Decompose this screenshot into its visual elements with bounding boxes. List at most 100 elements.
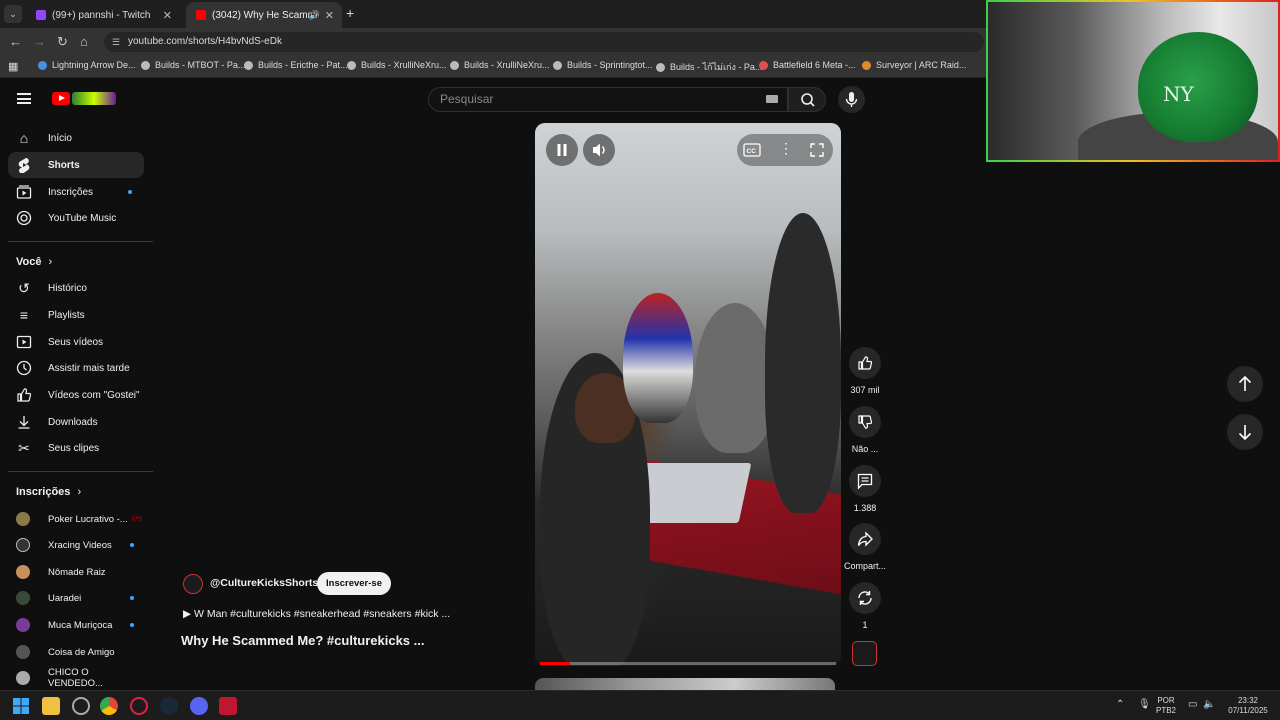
subscribe-button[interactable]: Inscrever-se [317,572,391,595]
next-short-button[interactable] [1227,414,1263,450]
bookmark-item[interactable]: Surveyor | ARC Raid... [862,60,966,70]
forward-icon[interactable]: → [33,34,46,49]
sidebar-item-music[interactable]: YouTube Music [8,205,144,231]
sidebar-item-liked[interactable]: Vídeos com "Gostei" [8,382,144,408]
bookmark-item[interactable]: Lightning Arrow De... [38,60,136,70]
subscription-item[interactable]: CHICO O VENDEDO... [16,667,146,689]
sidebar-item-your-videos[interactable]: Seus vídeos [8,329,144,355]
tab-title: (3042) Why He Scammed M [212,9,317,21]
bookmark-icon [759,60,768,70]
close-icon[interactable]: ✕ [325,9,334,22]
share-button[interactable]: Compart... [842,523,888,571]
sidebar-item-home[interactable]: ⌂ Início [8,125,144,151]
chrome-icon[interactable] [100,697,118,715]
network-icon[interactable]: ▭ [1188,700,1197,710]
subscription-item[interactable]: Nômade Raiz [16,561,146,583]
discord-icon[interactable] [190,697,208,715]
subscription-item[interactable]: Coisa de Amigo [16,641,146,663]
bookmark-item[interactable]: Builds - MTBOT - Pa... [141,60,245,70]
tab-youtube[interactable]: (3042) Why He Scammed M 🔊 ✕ [186,2,342,28]
home-icon[interactable]: ⌂ [80,34,88,49]
menu-icon[interactable] [17,93,31,104]
bookmark-item[interactable]: Builds - Ericthe - Pat... [244,60,348,70]
tab-twitch[interactable]: (99+) pannshi - Twitch ✕ [26,2,180,28]
channel-avatar[interactable] [183,574,203,594]
bookmark-item[interactable]: Builds - ไก้ไม่เก่ง - Pa... [656,60,762,74]
steam-icon[interactable] [160,697,178,715]
url-field[interactable]: ☰ youtube.com/shorts/H4bvNdS-eDk [104,32,984,52]
section-title: Inscrições [16,486,71,498]
volume-button[interactable] [583,134,615,166]
new-content-dot [130,623,134,627]
more-options-icon[interactable]: ⋮ [779,140,793,157]
sidebar-item-label: Seus vídeos [48,336,104,348]
windows-start-icon[interactable] [12,697,30,715]
bookmark-item[interactable]: Battlefield 6 Meta -... [759,60,856,70]
sidebar-item-watch-later[interactable]: Assistir mais tarde [8,355,144,381]
comment-icon [849,465,881,497]
subscription-item[interactable]: Uaradei [16,587,146,609]
sidebar-item-shorts[interactable]: Shorts [8,152,144,178]
short-description[interactable]: ▶ W Man #culturekicks #sneakerhead #snea… [183,608,450,620]
bookmark-item[interactable]: Builds - XrulliNeXru... [450,60,550,70]
reload-icon[interactable]: ↻ [57,34,68,50]
you-section-heading[interactable]: Você › [16,256,52,268]
back-icon[interactable]: ← [9,34,22,49]
captions-icon[interactable]: CC [743,142,761,158]
subscription-item[interactable]: Poker Lucrativo -... ((•)) [16,508,146,530]
doodle-logo[interactable] [72,92,116,105]
site-info-icon[interactable]: ☰ [112,32,120,52]
new-tab-button[interactable]: + [346,5,354,21]
speaker-icon[interactable]: 🔊 [309,10,320,21]
bookmark-item[interactable]: Builds - Sprintingtot... [553,60,653,70]
liked-icon [16,387,32,403]
bookmark-label: Surveyor | ARC Raid... [876,60,967,70]
bookmark-item[interactable]: Builds - XrulliNeXru... [347,60,447,70]
sidebar-item-clips[interactable]: ✂ Seus clipes [8,435,144,461]
chevron-right-icon: › [77,486,82,498]
file-explorer-icon[interactable] [42,697,60,715]
keyboard-icon[interactable] [766,95,778,103]
sidebar-item-history[interactable]: ↺ Histórico [8,275,144,301]
tab-title: (99+) pannshi - Twitch [52,9,151,21]
mic-icon[interactable]: 🎙 [1138,700,1151,710]
pause-button[interactable] [546,134,578,166]
close-icon[interactable]: ✕ [163,9,172,22]
sidebar-item-playlists[interactable]: ≡ Playlists [8,302,144,328]
remix-button[interactable]: 1 [842,582,888,630]
like-button[interactable]: 307 mil [842,347,888,395]
channel-avatar [16,591,30,605]
speaker-icon[interactable]: 🔈 [1203,700,1215,710]
channel-name[interactable]: @CultureKicksShorts [210,577,318,589]
sidebar-item-subscriptions[interactable]: Inscrições [8,179,144,205]
fullscreen-icon[interactable] [809,142,825,158]
like-icon [849,347,881,379]
dislike-button[interactable]: Não ... [842,406,888,454]
channel-thumbnail[interactable] [852,641,877,666]
short-title[interactable]: Why He Scammed Me? #culturekicks ... [181,633,424,648]
sidebar-item-downloads[interactable]: Downloads [8,409,144,435]
app-icon[interactable] [219,697,237,715]
opera-icon[interactable] [130,697,148,715]
subscriptions-section-heading[interactable]: Inscrições › [16,486,81,498]
short-video-player[interactable] [535,123,841,666]
video-progress-bar[interactable] [540,662,836,665]
share-label: Compart... [843,561,886,571]
search-input[interactable]: Pesquisar [428,87,788,112]
search-button[interactable] [788,87,826,112]
clock[interactable]: 23:32 07/11/2025 [1224,696,1272,716]
apps-icon[interactable]: ▦ [8,60,18,73]
app-icon[interactable] [72,697,90,715]
subscription-item[interactable]: Xracing Videos [16,534,146,556]
music-icon [16,210,32,226]
tab-list-button[interactable]: ⌄ [4,5,22,23]
comments-button[interactable]: 1.388 [842,465,888,513]
subscription-item[interactable]: Muca Muriçoca [16,614,146,636]
cap-logo: NY [1163,82,1194,106]
language-indicator[interactable]: POR PTB2 [1156,696,1176,716]
next-short-preview[interactable] [535,678,835,690]
voice-search-button[interactable] [838,86,865,113]
previous-short-button[interactable] [1227,366,1263,402]
youtube-logo[interactable] [52,92,70,105]
chevron-up-icon[interactable]: ⌃ [1116,700,1124,710]
